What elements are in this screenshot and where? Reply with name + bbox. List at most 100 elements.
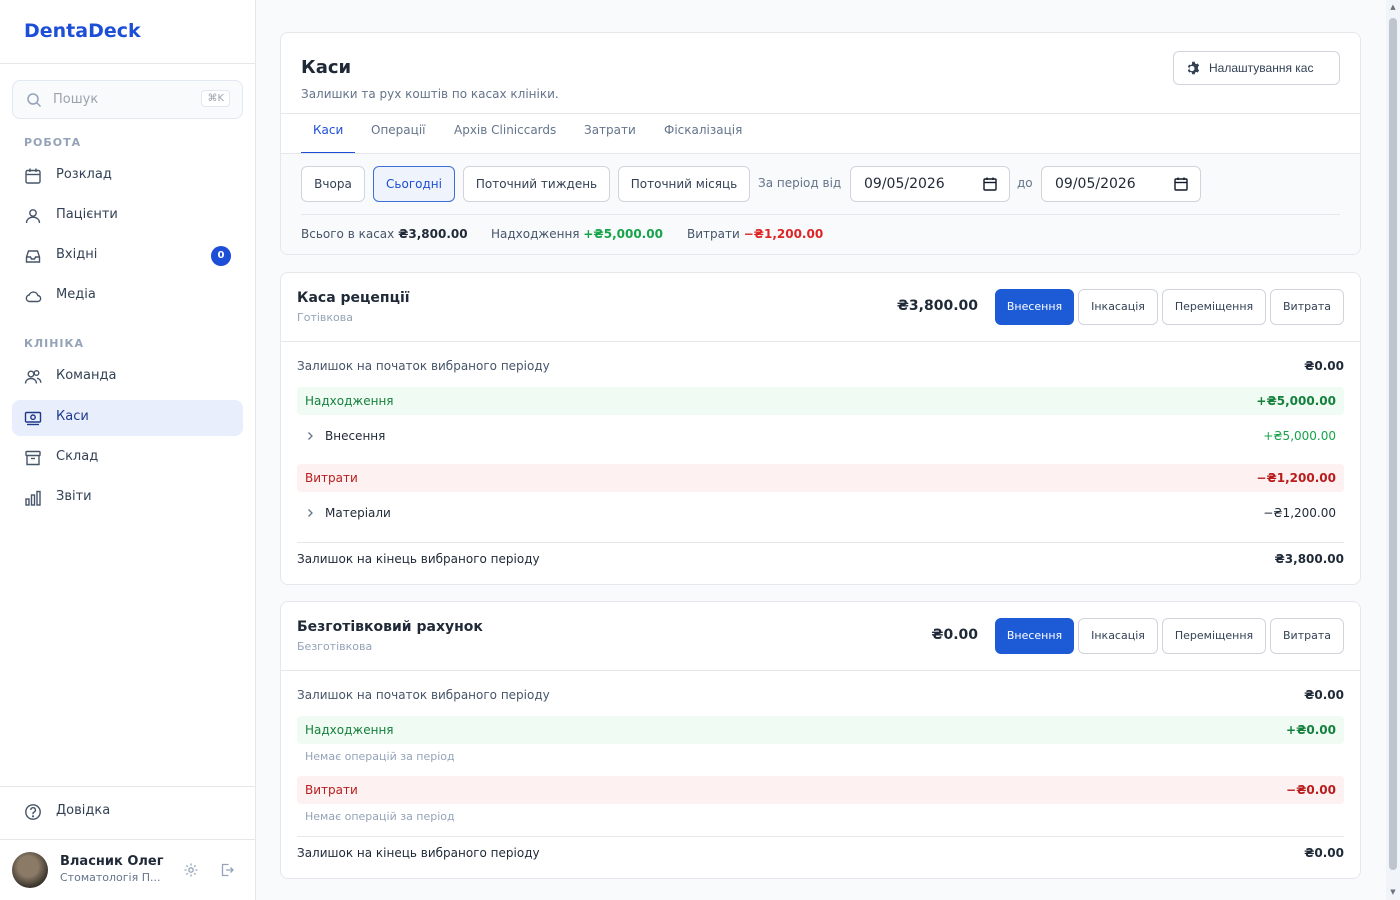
income-item-value: +₴5,000.00: [1263, 429, 1336, 443]
divider: [281, 670, 1360, 671]
sidebar-item-label: Медіа: [56, 287, 96, 302]
cash-register-name: Каса рецепції: [297, 290, 410, 306]
transfer-button[interactable]: Переміщення: [1162, 618, 1266, 654]
sidebar-item-team[interactable]: Команда: [12, 359, 243, 395]
cash-settings-button[interactable]: Налаштування кас: [1173, 51, 1340, 85]
sidebar: DentaDeck Пошук ⌘K РОБОТА Розклад Пацієн…: [0, 0, 256, 900]
expense-empty-note: Немає операцій за період: [305, 810, 455, 823]
sidebar-item-label: Команда: [56, 368, 117, 383]
collection-button[interactable]: Інкасація: [1078, 618, 1158, 654]
bar-chart-icon: [25, 490, 41, 506]
opening-balance-value: ₴0.00: [1304, 688, 1344, 702]
cash-register-balance: ₴3,800.00: [896, 298, 978, 314]
preset-yesterday[interactable]: Вчора: [301, 166, 365, 202]
collection-button[interactable]: Інкасація: [1078, 289, 1158, 325]
expense-value: −₴0.00: [1286, 783, 1336, 797]
sidebar-item-schedule[interactable]: Розклад: [12, 158, 243, 194]
sidebar-item-help[interactable]: Довідка: [12, 794, 243, 830]
expense-button[interactable]: Витрата: [1270, 618, 1344, 654]
tab-cliniccards-archive[interactable]: Архів Cliniccards: [454, 123, 556, 137]
help-icon: [25, 804, 41, 820]
divider: [301, 214, 1340, 215]
sidebar-item-cash[interactable]: Каси: [12, 400, 243, 436]
summary-total: Всього в касах ₴3,800.00: [301, 227, 468, 241]
scroll-down-arrow[interactable]: ▼: [1389, 888, 1397, 896]
cash-register-type: Готівкова: [297, 311, 353, 324]
page-subtitle: Залишки та рух коштів по касах клініки.: [301, 87, 559, 101]
expense-item-label: Матеріали: [325, 506, 391, 520]
divider: [297, 836, 1344, 837]
scroll-up-arrow[interactable]: ▲: [1389, 3, 1397, 11]
sidebar-item-warehouse[interactable]: Склад: [12, 440, 243, 476]
logout-icon[interactable]: [219, 862, 235, 878]
header-card: Каси Залишки та рух коштів по касах клін…: [280, 32, 1361, 255]
team-icon: [24, 370, 42, 384]
income-empty-note: Немає операцій за період: [305, 750, 455, 763]
transfer-button[interactable]: Переміщення: [1162, 289, 1266, 325]
sidebar-item-patients[interactable]: Пацієнти: [12, 198, 243, 234]
divider: [0, 63, 255, 64]
tab-operations[interactable]: Операції: [371, 123, 425, 137]
summary-income-label: Надходження: [491, 227, 580, 241]
chevron-right-icon[interactable]: [305, 431, 315, 441]
calendar-icon[interactable]: [983, 177, 997, 191]
income-item-label: Внесення: [325, 429, 386, 443]
avatar[interactable]: [12, 852, 48, 888]
search-input[interactable]: Пошук ⌘K: [12, 80, 243, 119]
income-band: Надходження +₴0.00: [297, 716, 1344, 744]
expense-button[interactable]: Витрата: [1270, 289, 1344, 325]
closing-balance-value: ₴3,800.00: [1274, 552, 1344, 566]
sidebar-item-label: Каси: [56, 409, 89, 424]
divider: [0, 786, 255, 787]
summary-income: Надходження +₴5,000.00: [491, 227, 663, 241]
cash-register-balance: ₴0.00: [931, 627, 978, 643]
summary-total-label: Всього в касах: [301, 227, 395, 241]
sidebar-item-media[interactable]: Медіа: [12, 278, 243, 314]
income-label: Надходження: [305, 394, 394, 408]
user-name: Власник Олег: [60, 854, 164, 869]
sidebar-item-inbox[interactable]: Вхідні 0: [12, 238, 243, 274]
chevron-right-icon[interactable]: [305, 508, 315, 518]
calendar-icon[interactable]: [1174, 177, 1188, 191]
sidebar-item-label: Звіти: [56, 489, 92, 504]
summary-total-value: ₴3,800.00: [398, 227, 468, 241]
tab-costs[interactable]: Затрати: [584, 123, 636, 137]
income-value: +₴5,000.00: [1256, 394, 1336, 408]
gear-icon[interactable]: [183, 862, 199, 878]
date-from-input[interactable]: 09/05/2026: [850, 166, 1010, 202]
sidebar-item-label: Пацієнти: [56, 207, 118, 222]
search-icon: [27, 93, 42, 108]
cash-register-name: Безготівковий рахунок: [297, 619, 483, 635]
scrollbar-thumb[interactable]: [1389, 18, 1397, 870]
preset-today[interactable]: Сьогодні: [373, 166, 455, 202]
divider: [297, 542, 1344, 543]
app-logo[interactable]: DentaDeck: [24, 20, 141, 42]
tab-fiscalization[interactable]: Фіскалізація: [664, 123, 742, 137]
preset-current-week[interactable]: Поточний тиждень: [463, 166, 610, 202]
sidebar-item-reports[interactable]: Звіти: [12, 480, 243, 516]
tab-cash[interactable]: Каси: [313, 123, 343, 137]
preset-current-month[interactable]: Поточний місяць: [618, 166, 750, 202]
divider: [281, 341, 1360, 342]
calendar-icon: [25, 168, 41, 184]
period-filter-bar: Вчора Сьогодні Поточний тиждень Поточний…: [281, 153, 1360, 254]
date-from-value: 09/05/2026: [864, 176, 945, 192]
user-org: Стоматологія П...: [60, 871, 161, 884]
divider: [0, 839, 255, 840]
section-label-work: РОБОТА: [24, 136, 82, 149]
opening-balance-value: ₴0.00: [1304, 359, 1344, 373]
summary-expense-value: −₴1,200.00: [743, 227, 824, 241]
summary-expense: Витрати −₴1,200.00: [687, 227, 823, 241]
date-to-input[interactable]: 09/05/2026: [1041, 166, 1201, 202]
sidebar-item-label: Розклад: [56, 167, 112, 182]
expense-band: Витрати −₴0.00: [297, 776, 1344, 804]
cash-register-card: Безготівковий рахунок Безготівкова ₴0.00…: [280, 601, 1361, 879]
search-shortcut: ⌘K: [201, 90, 230, 107]
deposit-button[interactable]: Внесення: [995, 289, 1074, 325]
expense-label: Витрати: [305, 471, 358, 485]
income-label: Надходження: [305, 723, 394, 737]
deposit-button[interactable]: Внесення: [995, 618, 1074, 654]
sidebar-item-label: Вхідні: [56, 247, 98, 262]
settings-button-label: Налаштування кас: [1209, 61, 1314, 75]
inbox-icon: [25, 250, 41, 263]
